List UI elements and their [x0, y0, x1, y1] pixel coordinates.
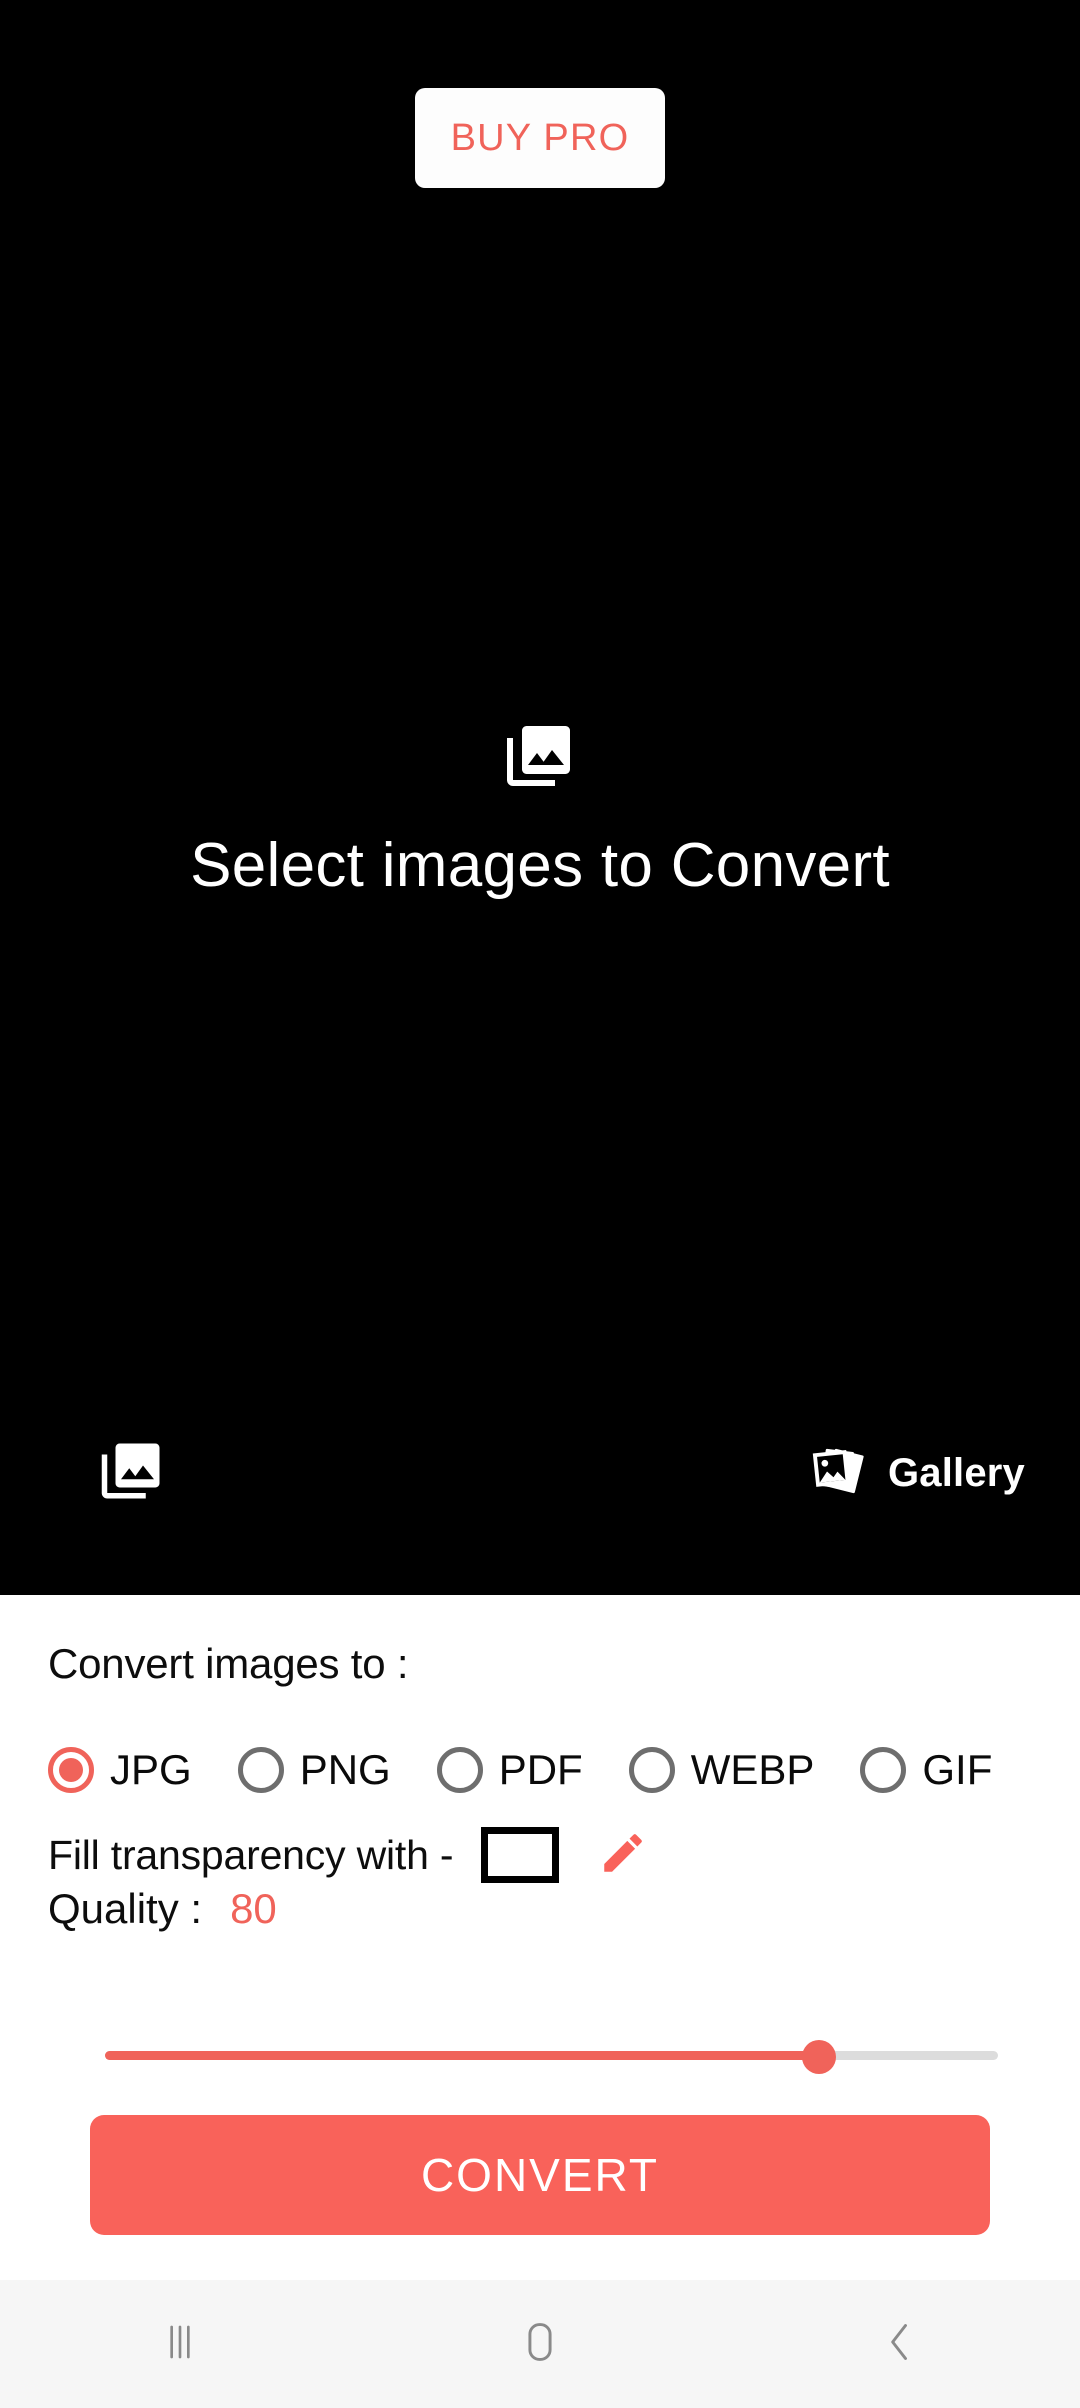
format-label-png: PNG	[299, 1746, 391, 1793]
format-option-jpg[interactable]: JPG	[48, 1746, 192, 1794]
gallery-label: Gallery	[887, 1450, 1025, 1495]
format-option-webp[interactable]: WEBP	[628, 1746, 815, 1794]
radio-gif[interactable]	[860, 1747, 907, 1793]
radio-jpg[interactable]	[48, 1747, 94, 1793]
radio-png[interactable]	[237, 1747, 284, 1793]
convert-button[interactable]: CONVERT	[90, 2115, 990, 2235]
transparency-row: Fill transparency with -	[48, 1820, 651, 1890]
edit-color-button[interactable]	[595, 1827, 651, 1883]
settings-heading: Convert images to :	[48, 1640, 409, 1687]
empty-state: Select images to Convert	[0, 720, 1080, 898]
stacked-photos-icon	[808, 1440, 870, 1507]
back-icon	[878, 2318, 922, 2371]
radio-webp[interactable]	[628, 1747, 675, 1793]
format-label-gif: GIF	[922, 1746, 993, 1793]
home-icon	[518, 2318, 562, 2371]
photo-library-icon	[99, 1438, 165, 1509]
photo-library-icon	[504, 720, 576, 797]
transparency-label: Fill transparency with -	[48, 1831, 454, 1878]
quality-row: Quality : 80	[48, 1885, 277, 1955]
recents-button[interactable]	[100, 2280, 260, 2408]
buy-pro-button[interactable]: BUY PRO	[415, 88, 665, 188]
gallery-button[interactable]: Gallery	[808, 1423, 1025, 1523]
format-option-png[interactable]: PNG	[237, 1746, 391, 1794]
format-label-jpg: JPG	[110, 1746, 192, 1793]
quality-label: Quality :	[48, 1885, 203, 1932]
android-navigation-bar	[0, 2280, 1080, 2408]
transparency-color-swatch[interactable]	[481, 1827, 560, 1883]
format-option-gif[interactable]: GIF	[860, 1746, 992, 1794]
quality-value: 80	[230, 1885, 277, 1932]
conversion-settings-panel: Convert images to : JPG PNG PDF WEBP GIF…	[0, 1595, 1080, 2280]
format-label-webp: WEBP	[690, 1746, 815, 1793]
slider-thumb[interactable]	[802, 2040, 837, 2074]
format-label-pdf: PDF	[498, 1746, 583, 1793]
hero-action-bar: Gallery	[0, 1415, 1080, 1545]
format-radio-group[interactable]: JPG PNG PDF WEBP GIF	[48, 1730, 1080, 1810]
photo-library-button[interactable]	[82, 1423, 182, 1523]
format-option-pdf[interactable]: PDF	[436, 1746, 583, 1794]
slider-fill	[105, 2051, 820, 2060]
recents-icon	[160, 2320, 200, 2369]
pencil-icon	[598, 1828, 648, 1883]
home-button[interactable]	[460, 2280, 620, 2408]
quality-slider[interactable]	[105, 2040, 998, 2074]
radio-pdf[interactable]	[436, 1747, 483, 1793]
back-button[interactable]	[820, 2280, 980, 2408]
page-title: Select images to Convert	[190, 831, 890, 900]
hero-preview-area: BUY PRO Select images to Convert Gallery	[0, 0, 1080, 1595]
